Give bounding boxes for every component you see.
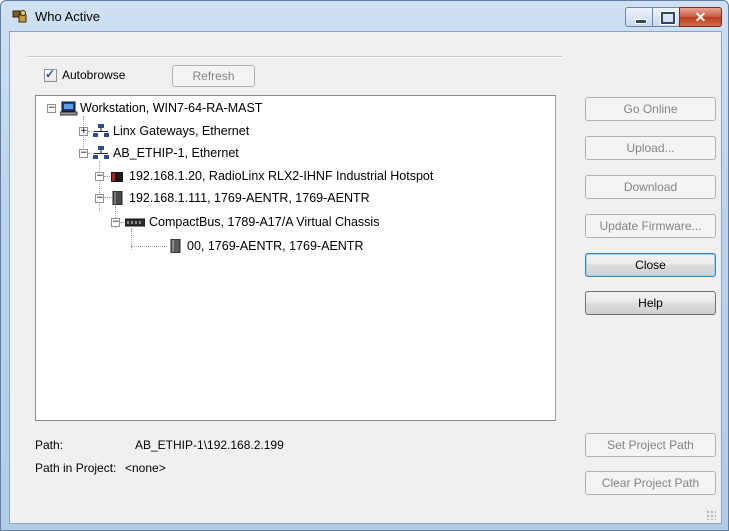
radio-device-icon (109, 169, 125, 183)
tree-node-radiolinx[interactable]: 192.168.1.20, RadioLinx RLX2-IHNF Indust… (109, 167, 433, 185)
path-label: Path: (35, 438, 64, 452)
chassis-icon (124, 215, 146, 229)
expand-toggle[interactable]: + (79, 127, 88, 136)
tree-node-label: 192.168.1.20, RadioLinx RLX2-IHNF Indust… (129, 169, 434, 183)
tree-node-label: CompactBus, 1789-A17/A Virtual Chassis (149, 215, 380, 229)
minimize-button[interactable] (625, 7, 653, 27)
window-title: Who Active (35, 9, 101, 24)
tree-connector (131, 246, 167, 247)
checkbox-box[interactable]: ✓ (44, 66, 57, 82)
download-button[interactable]: Download (585, 175, 716, 199)
close-window-button[interactable]: ✕ (679, 7, 722, 27)
minimize-icon (635, 19, 647, 24)
refresh-button[interactable]: Refresh (172, 65, 255, 87)
adapter-module-icon (109, 190, 125, 206)
set-project-path-button[interactable]: Set Project Path (585, 433, 716, 457)
maximize-button[interactable] (652, 7, 680, 27)
tree-node-label: 192.168.1.111, 1769-AENTR, 1769-AENTR (129, 191, 370, 205)
checkmark-icon: ✓ (45, 66, 56, 81)
collapse-toggle[interactable]: − (79, 149, 88, 158)
tree-connector (99, 161, 100, 211)
resize-grip-icon[interactable] (706, 510, 716, 520)
collapse-toggle[interactable]: − (47, 104, 56, 113)
help-button[interactable]: Help (585, 291, 716, 315)
collapse-toggle[interactable]: − (95, 172, 104, 181)
title-bar[interactable]: Who Active ✕ (1, 1, 728, 31)
who-active-window: Who Active ✕ ✓ Autobrowse Refresh − Work… (0, 0, 729, 531)
close-icon: ✕ (694, 9, 707, 25)
network-icon (93, 146, 109, 160)
tree-node-label: Workstation, WIN7-64-RA-MAST (80, 101, 263, 115)
tree-node-ab-ethip[interactable]: AB_ETHIP-1, Ethernet (93, 144, 239, 162)
tree-node-compactbus[interactable]: CompactBus, 1789-A17/A Virtual Chassis (124, 213, 380, 231)
who-active-app-icon (12, 9, 28, 25)
caption-buttons: ✕ (625, 7, 722, 27)
adapter-module-icon (167, 238, 183, 254)
network-icon (93, 124, 109, 138)
tree-node-workstation[interactable]: Workstation, WIN7-64-RA-MAST (59, 99, 263, 117)
update-firmware-button[interactable]: Update Firmware... (585, 214, 716, 238)
maximize-icon (660, 11, 676, 25)
groupbox-divider (27, 56, 562, 58)
clear-project-path-button[interactable]: Clear Project Path (585, 471, 716, 495)
upload-button[interactable]: Upload... (585, 136, 716, 160)
project-path-label: Path in Project: (35, 461, 117, 475)
tree-node-label: AB_ETHIP-1, Ethernet (113, 146, 239, 160)
tree-node-label: 00, 1769-AENTR, 1769-AENTR (187, 239, 364, 253)
device-tree[interactable]: − Workstation, WIN7-64-RA-MAST + Linx Ga… (35, 95, 556, 421)
workstation-icon (59, 101, 78, 116)
collapse-toggle[interactable]: − (111, 218, 120, 227)
autobrowse-label: Autobrowse (62, 68, 126, 82)
tree-node-slot-00[interactable]: 00, 1769-AENTR, 1769-AENTR (167, 237, 363, 255)
project-path-value: <none> (125, 461, 166, 475)
autobrowse-checkbox[interactable]: ✓ Autobrowse (44, 66, 125, 84)
tree-node-linx-gateways[interactable]: Linx Gateways, Ethernet (93, 122, 249, 140)
tree-node-aentr[interactable]: 192.168.1.111, 1769-AENTR, 1769-AENTR (109, 189, 370, 207)
close-button[interactable]: Close (585, 253, 716, 277)
collapse-toggle[interactable]: − (95, 194, 104, 203)
go-online-button[interactable]: Go Online (585, 97, 716, 121)
tree-node-label: Linx Gateways, Ethernet (113, 124, 250, 138)
path-value: AB_ETHIP-1\192.168.2.199 (135, 438, 284, 452)
